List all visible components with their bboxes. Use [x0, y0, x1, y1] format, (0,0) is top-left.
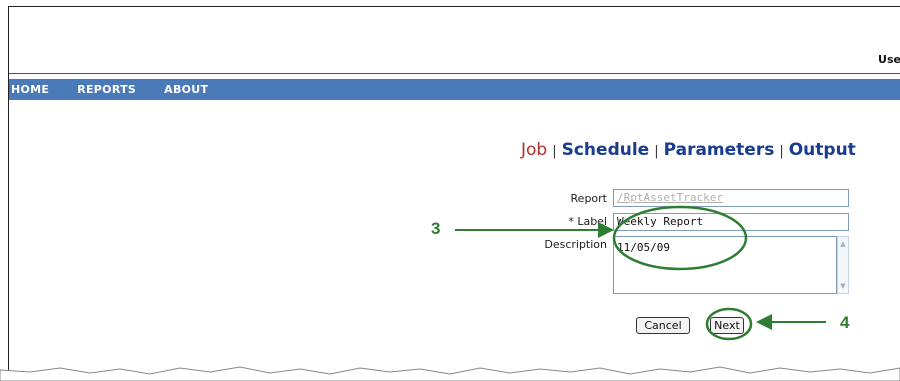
nav-about[interactable]: ABOUT	[164, 83, 208, 96]
callout-number-four: 4	[840, 313, 850, 332]
next-button[interactable]: Next	[710, 317, 744, 334]
main-nav: HOME REPORTS ABOUT	[9, 79, 900, 100]
report-label: Report	[570, 192, 607, 205]
wizard-steps: Job | Schedule | Parameters | Output	[521, 140, 856, 160]
label-label: * Label	[568, 215, 607, 228]
scroll-down-icon[interactable]: ▼	[839, 281, 847, 291]
nav-reports[interactable]: REPORTS	[77, 83, 136, 96]
label-field[interactable]: Weekly Report	[613, 213, 849, 231]
scroll-up-icon[interactable]: ▲	[839, 239, 847, 249]
report-field[interactable]: /RptAssetTracker	[613, 189, 849, 207]
step-schedule[interactable]: Schedule	[562, 140, 650, 160]
step-output[interactable]: Output	[789, 140, 856, 160]
description-scrollbar[interactable]: ▲ ▼	[837, 236, 849, 294]
header-bar: Use	[9, 7, 900, 74]
cancel-button[interactable]: Cancel	[636, 317, 690, 334]
step-separator: |	[552, 144, 557, 159]
description-textarea[interactable]: 11/05/09	[613, 236, 837, 294]
description-label: Description	[544, 238, 607, 251]
nav-home[interactable]: HOME	[11, 83, 49, 96]
step-job[interactable]: Job	[521, 140, 547, 160]
torn-edge-decoration	[0, 366, 900, 381]
callout-number-three: 3	[431, 219, 441, 238]
step-parameters[interactable]: Parameters	[664, 140, 775, 160]
user-info-text: Use	[878, 53, 900, 66]
step-separator: |	[654, 144, 659, 159]
step-separator: |	[779, 144, 784, 159]
